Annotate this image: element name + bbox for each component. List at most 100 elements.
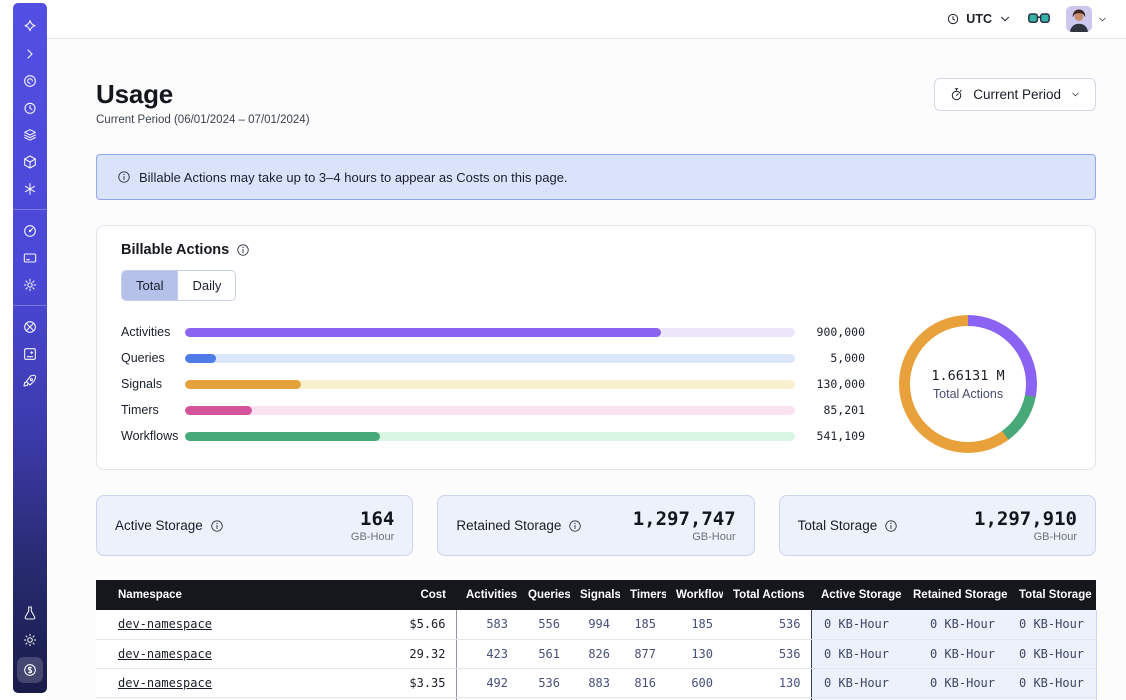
tab-total[interactable]: Total (122, 271, 177, 300)
namespace-link[interactable]: dev-namespace (118, 617, 212, 631)
bar-label: Queries (121, 351, 185, 365)
cost-cell: $5.66 (361, 610, 456, 639)
bar-row: Timers 85,201 (121, 397, 865, 423)
col-workflows[interactable]: Workflows (666, 580, 723, 610)
table-row: dev-namespace $5.66 583 556 994 185 185 … (96, 610, 1096, 639)
total-storage-cell: 0 KB-Hour (1009, 668, 1096, 697)
active-storage-cell: 0 KB-Hour (811, 610, 903, 639)
pricing-icon[interactable] (17, 657, 43, 683)
user-menu[interactable] (1066, 6, 1108, 32)
bar-track (185, 432, 795, 441)
total-storage-card: Total Storage 1,297,910 GB-Hour (779, 495, 1096, 556)
page-subtitle: Current Period (06/01/2024 – 07/01/2024) (96, 114, 310, 126)
col-namespace[interactable]: Namespace (96, 580, 361, 610)
bar-value: 85,201 (801, 403, 865, 417)
nexus-icon[interactable] (19, 178, 41, 200)
page-title: Usage (96, 78, 310, 110)
total-storage-cell: 0 KB-Hour (1009, 610, 1096, 639)
glasses-icon[interactable] (1028, 13, 1050, 26)
bar-track (185, 380, 795, 389)
bar-track (185, 406, 795, 415)
period-button-label: Current Period (973, 87, 1061, 102)
chevron-right-icon[interactable] (19, 43, 41, 65)
col-signals[interactable]: Signals (570, 580, 620, 610)
info-circle-icon[interactable] (884, 519, 898, 533)
info-circle-icon (117, 170, 131, 184)
info-banner: Billable Actions may take up to 3–4 hour… (96, 154, 1096, 200)
billing-icon[interactable] (19, 247, 41, 269)
chevron-down-icon (998, 12, 1012, 26)
usage-icon[interactable] (19, 220, 41, 242)
total-actions-cell: 536 (723, 610, 811, 639)
timers-cell: 185 (620, 610, 666, 639)
settings-icon[interactable] (19, 274, 41, 296)
tab-daily[interactable]: Daily (177, 271, 235, 300)
col-queries[interactable]: Queries (518, 580, 570, 610)
deployments-icon[interactable] (19, 124, 41, 146)
col-cost[interactable]: Cost (361, 580, 456, 610)
activities-cell: 583 (456, 610, 518, 639)
workflows-icon[interactable] (19, 151, 41, 173)
bar-label: Timers (121, 403, 185, 417)
info-circle-icon[interactable] (236, 243, 250, 257)
timezone-selector[interactable]: UTC (946, 12, 1012, 26)
col-retained-storage[interactable]: Retained Storage (903, 580, 1009, 610)
signals-cell: 826 (570, 639, 620, 668)
namespace-link[interactable]: dev-namespace (118, 676, 212, 690)
chevron-down-icon (1070, 89, 1081, 100)
temporal-logo[interactable] (19, 16, 41, 38)
table-header-row: Namespace Cost Activities Queries Signal… (96, 580, 1096, 610)
info-circle-icon[interactable] (568, 519, 582, 533)
donut-total-value: 1.66131 M (931, 368, 1004, 384)
activities-cell: 423 (456, 639, 518, 668)
timers-cell: 877 (620, 639, 666, 668)
retained-storage-card: Retained Storage 1,297,747 GB-Hour (437, 495, 754, 556)
total-actions-donut-chart: 1.66131 M Total Actions (899, 315, 1037, 453)
timers-cell: 816 (620, 668, 666, 697)
col-active-storage[interactable]: Active Storage (811, 580, 903, 610)
bar-fill (185, 432, 380, 441)
col-total-storage[interactable]: Total Storage (1009, 580, 1096, 610)
bar-value: 130,000 (801, 377, 865, 391)
bar-label: Signals (121, 377, 185, 391)
signals-cell: 883 (570, 668, 620, 697)
workflows-cell: 185 (666, 610, 723, 639)
active-storage-unit: GB-Hour (351, 531, 394, 543)
bar-row: Queries 5,000 (121, 345, 865, 371)
donut-caption: Total Actions (933, 387, 1003, 401)
retained-storage-label: Retained Storage (456, 518, 561, 533)
billable-actions-title: Billable Actions (121, 242, 229, 258)
period-selector-button[interactable]: Current Period (934, 78, 1096, 111)
namespace-usage-table: Namespace Cost Activities Queries Signal… (96, 580, 1096, 700)
support-icon[interactable] (19, 316, 41, 338)
chevron-down-icon (1097, 14, 1108, 25)
billable-actions-card: Billable Actions Total Daily Activities … (96, 225, 1096, 470)
active-storage-value: 164 (351, 509, 394, 530)
queries-cell: 561 (518, 639, 570, 668)
bar-row: Workflows 541,109 (121, 423, 865, 449)
theme-icon[interactable] (19, 629, 41, 651)
total-actions-cell: 536 (723, 639, 811, 668)
schedules-icon[interactable] (19, 97, 41, 119)
total-storage-unit: GB-Hour (974, 531, 1077, 543)
bar-fill (185, 406, 252, 415)
feedback-icon[interactable] (19, 343, 41, 365)
col-total-actions[interactable]: Total Actions (723, 580, 811, 610)
col-timers[interactable]: Timers (620, 580, 666, 610)
bar-fill (185, 354, 216, 363)
bar-value: 541,109 (801, 429, 865, 443)
total-actions-cell: 130 (723, 668, 811, 697)
namespace-link[interactable]: dev-namespace (118, 647, 212, 661)
retained-storage-cell: 0 KB-Hour (903, 610, 1009, 639)
queries-cell: 556 (518, 610, 570, 639)
bar-track (185, 354, 795, 363)
info-circle-icon[interactable] (210, 519, 224, 533)
total-storage-cell: 0 KB-Hour (1009, 639, 1096, 668)
labs-icon[interactable] (19, 602, 41, 624)
getting-started-icon[interactable] (19, 370, 41, 392)
namespaces-icon[interactable] (19, 70, 41, 92)
total-storage-label: Total Storage (798, 518, 878, 533)
col-activities[interactable]: Activities (456, 580, 518, 610)
retained-storage-cell: 0 KB-Hour (903, 639, 1009, 668)
stopwatch-icon (949, 87, 964, 102)
